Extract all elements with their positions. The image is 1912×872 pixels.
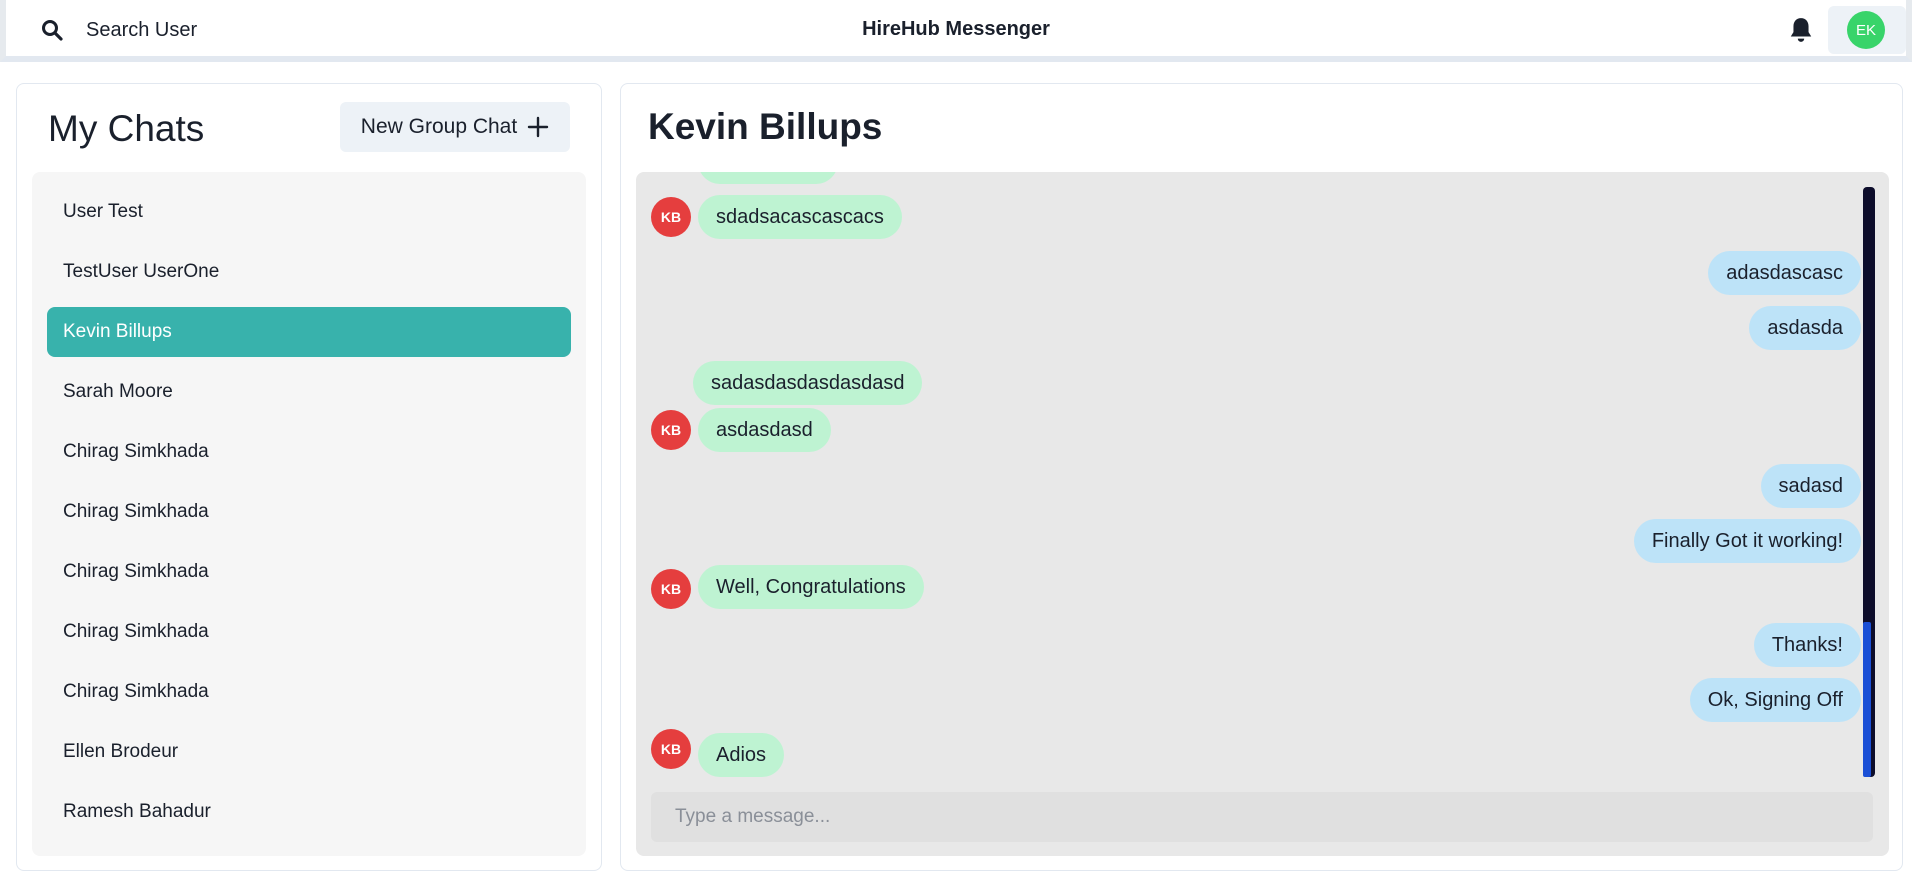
new-group-chat-button[interactable]: New Group Chat [340,102,570,152]
message-bubble-outgoing: adasdascasc [1708,251,1861,295]
chat-list-item[interactable]: Chirag Simkhada [47,487,571,537]
my-chats-title: My Chats [48,108,205,149]
message-input[interactable] [651,792,1873,842]
profile-menu-button[interactable]: EK [1828,6,1906,54]
message-bubble-incoming: Well, Congratulations [698,565,924,609]
chat-title: Kevin Billups [648,106,883,147]
message-bubble-outgoing: Finally Got it working! [1633,519,1861,563]
chat-list-item[interactable]: Sarah Moore [47,367,571,417]
message-bubble-outgoing: asdasda [1749,306,1861,350]
message-bubble-partial [698,172,838,184]
message-bubble-outgoing: Thanks! [1753,623,1861,667]
chat-list-item[interactable]: Ramesh Bahadur [47,787,571,837]
scrollbar-thumb[interactable] [1863,622,1871,777]
message-bubble-outgoing: sadasd [1760,464,1861,508]
chat-box: KB sdadsacascascacs adasdascasc asdasda … [636,172,1889,856]
avatar: EK [1847,11,1885,49]
sender-avatar: KB [651,729,691,769]
plus-icon [528,116,549,138]
bell-icon[interactable] [1788,16,1814,44]
chat-list-item[interactable]: Chirag Simkhada [47,427,571,477]
chat-list-item[interactable]: Chirag Simkhada [47,667,571,717]
chat-list-item[interactable]: TestUser UserOne [47,247,571,297]
chat-list-item[interactable]: Ellen Brodeur [47,727,571,777]
sender-avatar: KB [651,197,691,237]
chat-list-item[interactable]: User Test [47,187,571,237]
app-title: HireHub Messenger [862,18,1050,40]
message-bubble-incoming: sadasdasdasdasdasd [693,361,923,405]
message-bubble-incoming: asdasdasd [698,408,831,452]
new-group-chat-label: New Group Chat [360,115,518,138]
message-bubble-incoming: Adios [698,733,785,777]
sender-avatar: KB [651,569,691,609]
message-bubble-incoming: sdadsacascascacs [698,195,902,239]
top-bar: Search User HireHub Messenger EK [0,0,1912,62]
message-bubble-outgoing: Ok, Signing Off [1689,678,1861,722]
chat-panel: Kevin Billups KB sdadsacascascacs adasda… [620,83,1903,871]
chat-list-item[interactable]: Chirag Simkhada [47,547,571,597]
chat-list: User Test TestUser UserOne Kevin Billups… [32,172,586,856]
message-list: KB sdadsacascascacs adasdascasc asdasda … [636,172,1889,782]
chat-list-item-selected[interactable]: Kevin Billups [47,307,571,357]
chat-list-item[interactable]: Chirag Simkhada [47,607,571,657]
my-chats-panel: My Chats New Group Chat User Test TestUs… [16,83,602,871]
sender-avatar: KB [651,410,691,450]
